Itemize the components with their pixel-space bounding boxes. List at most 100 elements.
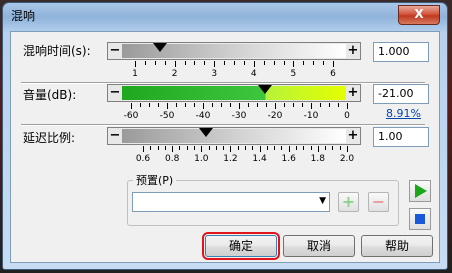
close-button[interactable]: X [398,5,440,25]
reverb-time-minor-tick [243,61,245,65]
volume-tick [274,103,276,109]
volume-thumb[interactable] [258,85,273,94]
delay-ratio-tick [317,146,319,152]
separator [21,124,425,126]
cancel-button[interactable]: 取消 [283,235,355,257]
decrease-icon[interactable]: − [108,128,122,144]
delay-ratio-tick-label: 1.0 [194,154,209,164]
reverb-time-tick-label: 4 [250,69,257,79]
delay-ratio-minor-tick [252,146,254,150]
volume-label: 音量(dB): [23,88,77,102]
preset-label: 预置(P) [133,172,177,188]
reverb-time-tick [293,61,295,67]
reverb-time-minor-tick [303,61,305,65]
volume-tick-label: -20 [267,111,283,121]
volume-tick [347,103,348,109]
reverb-time-thumb[interactable] [153,43,168,52]
delay-ratio-minor-tick [223,146,225,150]
volume-minor-tick [284,103,285,107]
reverb-time-field[interactable]: 1.000 [373,42,429,62]
reverb-time-minor-tick [204,61,206,65]
delay-ratio-track[interactable] [122,128,346,143]
decrease-icon[interactable]: − [108,85,122,101]
increase-icon[interactable]: + [346,128,360,144]
volume-tick-label: 0 [344,111,350,121]
volume-minor-tick [338,103,339,107]
volume-minor-tick [230,103,231,107]
volume-percent-link[interactable]: 8.91% [386,107,421,120]
reverb-time-tick [253,61,255,67]
delay-ratio-minor-tick [215,146,217,150]
reverb-time-minor-tick [313,61,315,65]
volume-tick-label: -50 [159,111,175,121]
delay-ratio-tick-label: 0.6 [135,154,151,164]
volume-minor-tick [257,103,258,107]
reverb-time-minor-tick [224,61,226,65]
volume-minor-tick [293,103,294,107]
delay-ratio-minor-tick [186,146,188,150]
volume-ticks: -60 -50 -40 -30 -20 -10 0 [124,103,350,125]
volume-tick [131,103,132,109]
volume-minor-tick [212,103,213,107]
delay-ratio-minor-tick [208,146,210,150]
play-button[interactable] [409,180,431,202]
delay-ratio-ticks: 0.6 0.8 1.0 1.2 1.4 1.6 1.8 2.0 [136,146,354,168]
volume-slider[interactable]: − + [107,84,361,102]
delay-ratio-minor-tick [157,146,159,150]
reverb-time-tick-label: 1 [132,69,138,79]
volume-minor-tick [302,103,303,107]
delay-ratio-minor-tick [303,146,305,150]
volume-minor-tick [158,103,159,107]
increase-icon[interactable]: + [346,85,360,101]
delay-ratio-minor-tick [310,146,312,150]
volume-minor-tick [221,103,222,107]
delay-ratio-tick-label: 0.8 [164,154,180,164]
delay-ratio-minor-tick [245,146,246,150]
ok-button[interactable]: 确定 [202,232,280,260]
delay-ratio-tick [230,146,232,152]
reverb-time-tick [174,61,176,67]
stop-button[interactable] [409,208,431,230]
plus-icon[interactable]: + [338,192,359,212]
delay-ratio-tick [347,146,348,152]
delay-ratio-minor-tick [274,146,276,150]
reverb-time-minor-tick [154,61,156,65]
reverb-time-tick [214,61,216,67]
volume-minor-tick [329,103,330,107]
delay-ratio-tick-label: 1.6 [281,154,296,164]
chevron-down-icon[interactable]: ▼ [319,196,326,206]
window-title: 混响 [11,9,36,23]
preset-combobox[interactable]: ▼ [132,192,330,212]
decrease-icon[interactable]: − [108,43,122,59]
volume-track[interactable] [122,85,346,100]
play-icon [415,184,427,198]
volume-minor-tick [320,103,321,107]
volume-tick-label: -40 [195,111,211,121]
reverb-time-minor-tick [283,61,285,65]
volume-tick-label: -30 [231,111,247,121]
delay-ratio-field[interactable]: 1.00 [373,127,429,147]
delay-ratio-minor-tick [164,146,166,150]
minus-icon[interactable]: − [368,192,389,212]
delay-ratio-tick [143,146,144,152]
reverb-time-track[interactable] [122,43,346,58]
delay-ratio-minor-tick [194,146,195,150]
help-button[interactable]: 帮助 [361,235,433,257]
reverb-time-tick-label: 3 [211,69,218,79]
reverb-time-tick-label: 5 [290,69,297,79]
delay-ratio-tick [172,146,174,152]
delay-ratio-thumb[interactable] [199,128,213,137]
reverb-time-tick-label: 2 [171,69,178,79]
reverb-time-minor-tick [234,61,235,65]
volume-minor-tick [266,103,267,107]
delay-ratio-slider[interactable]: − + [107,127,361,145]
reverb-time-slider[interactable]: − + [107,42,361,60]
reverb-time-minor-tick [323,61,325,65]
increase-icon[interactable]: + [346,43,360,59]
delay-ratio-tick-label: 1.2 [223,154,238,164]
delay-ratio-tick-label: 1.4 [252,154,267,164]
volume-tick [202,103,204,109]
volume-tick-label: -10 [303,111,319,121]
volume-minor-tick [248,103,249,107]
volume-field[interactable]: -21.00 [373,84,429,104]
